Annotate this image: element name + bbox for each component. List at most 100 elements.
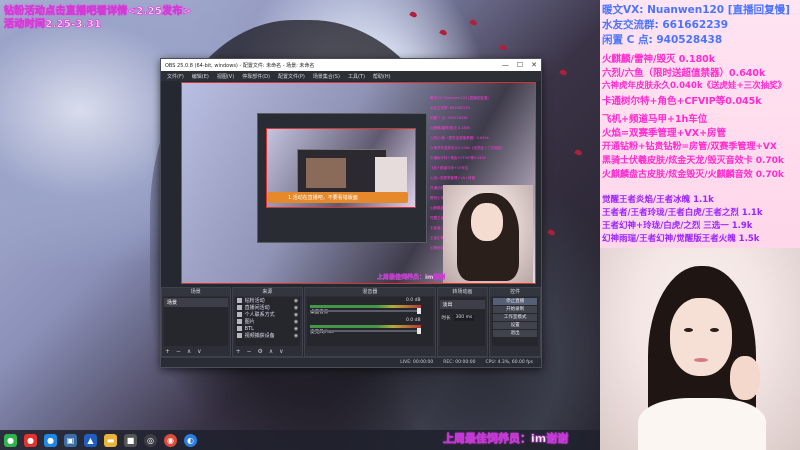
cpu-fps: CPU: 4.3%, 60.00 fps bbox=[485, 360, 534, 365]
text-source-icon bbox=[236, 312, 242, 317]
image-source-icon bbox=[236, 319, 242, 324]
sources-dock-title: 来源 bbox=[232, 288, 303, 296]
obs-icon[interactable]: ◎ bbox=[144, 433, 157, 447]
price-line: 六烈/六鱼（限时送超值禁器）0.640k bbox=[602, 68, 766, 79]
folder-icon[interactable]: ▬ bbox=[104, 433, 117, 447]
menu-docks[interactable]: 停靠部件(D) bbox=[242, 73, 270, 80]
game-skin-line: 幻神雨瑞/王者幻神/觉醒版王者火魄 1.5k bbox=[602, 234, 760, 244]
qq-icon[interactable]: ● bbox=[44, 433, 57, 447]
settings-button[interactable]: 设置 bbox=[493, 322, 538, 329]
stream-info-panel: 暖文VX: Nuanwen120 [直播回复慢] 水友交流群: 66166223… bbox=[600, 0, 800, 450]
volume-knob[interactable] bbox=[416, 328, 421, 334]
stop-streaming-button[interactable]: 停止直播 bbox=[493, 298, 538, 305]
petal bbox=[559, 68, 568, 77]
transition-duration-input[interactable]: 300 ms bbox=[453, 315, 475, 321]
service-line: 飞机+频道马甲+1h车位 bbox=[602, 114, 708, 125]
volume-knob[interactable] bbox=[416, 308, 421, 314]
petal bbox=[499, 43, 508, 52]
transitions-dock: 转场动画 淡出 时长 300 ms bbox=[436, 287, 489, 357]
activity-banner-line2: 活动时间2.25-3.31 bbox=[4, 19, 102, 31]
eye-icon[interactable]: ◉ bbox=[294, 312, 298, 318]
scenes-dock-toolbar[interactable]: + − ∧ ∨ bbox=[165, 348, 204, 355]
eye-icon[interactable]: ◉ bbox=[294, 298, 298, 304]
menu-scene-collection[interactable]: 场景集合(S) bbox=[313, 73, 340, 80]
source-item[interactable]: 视频捕获设备 ◉ bbox=[235, 332, 301, 339]
nested-preview-innermost bbox=[306, 158, 346, 188]
menu-help[interactable]: 帮助(H) bbox=[373, 73, 391, 80]
nested-banner-text: 1.活动在直播吧，不要看错版面 bbox=[288, 195, 358, 201]
source-item[interactable]: 个人联系方式 ◉ bbox=[235, 311, 301, 318]
eye-icon[interactable]: ◉ bbox=[294, 305, 298, 311]
petal bbox=[547, 228, 556, 237]
obs-window[interactable]: OBS 25.0.8 (64-bit, windows) - 配置文件: 未命名… bbox=[160, 58, 542, 368]
app-icon[interactable]: ■ bbox=[124, 433, 137, 447]
stream-icon[interactable]: ▲ bbox=[84, 433, 97, 447]
volume-slider[interactable] bbox=[310, 310, 421, 312]
weibo-icon[interactable]: ● bbox=[24, 433, 37, 447]
price-line: 六神虎年皮肤永久0.040k《送虎娃+三次抽奖》 bbox=[602, 81, 787, 91]
scenes-dock: 场景 场景 + − ∧ ∨ bbox=[161, 287, 231, 357]
wechat-icon[interactable]: ● bbox=[4, 433, 17, 447]
studio-mode-button[interactable]: 工作室模式 bbox=[493, 314, 538, 321]
volume-slider[interactable] bbox=[310, 330, 421, 332]
webcam-eye bbox=[710, 328, 719, 332]
obs-docks: 场景 场景 + − ∧ ∨ 来源 钻粉活动 ◉ 直播间活动 ◉ 个人联系方式 ◉ 图片… bbox=[161, 287, 542, 357]
chrome-icon[interactable]: ◉ bbox=[164, 433, 177, 447]
mixer-track-mic[interactable]: 麦克风/Aux 0.0 dB bbox=[307, 317, 432, 337]
close-button[interactable]: ✕ bbox=[531, 61, 537, 69]
live-timer: LIVE: 00:00:00 bbox=[400, 360, 434, 365]
nested-webcam bbox=[375, 157, 407, 197]
petal bbox=[439, 28, 448, 37]
text-source-icon bbox=[236, 305, 242, 310]
menu-tools[interactable]: 工具(T) bbox=[348, 73, 365, 80]
edge-icon[interactable]: ◐ bbox=[184, 433, 197, 447]
obs-titlebar[interactable]: OBS 25.0.8 (64-bit, windows) - 配置文件: 未命名… bbox=[161, 59, 541, 71]
webcam-lips bbox=[694, 358, 708, 362]
menu-file[interactable]: 文件(F) bbox=[167, 73, 184, 80]
mixer-track-desktop[interactable]: 桌面音频 0.0 dB bbox=[307, 297, 432, 317]
game-skin-line: 王者者/王者玲珑/王者白虎/王者之烈 1.1k bbox=[602, 208, 763, 218]
webcam-face bbox=[670, 298, 732, 376]
service-line: 开通钻粉+钻贵钻粉=房管/双赛季管理+VX bbox=[602, 142, 777, 152]
source-item[interactable]: BTL ◉ bbox=[235, 325, 301, 332]
menu-view[interactable]: 视图(V) bbox=[217, 73, 234, 80]
nested-obs-preview: 1.活动在直播吧，不要看错版面 bbox=[257, 113, 427, 243]
contact-fan-group: 水友交流群: 661662239 bbox=[602, 19, 729, 31]
exit-button[interactable]: 退出 bbox=[493, 330, 538, 337]
service-line: 黑骑士伏羲皮肤/炫金天龙/毁灭音效卡 0.70k bbox=[602, 156, 784, 166]
petal bbox=[469, 18, 478, 27]
eye-icon[interactable]: ◉ bbox=[294, 333, 298, 339]
eye-icon[interactable]: ◉ bbox=[294, 326, 298, 332]
camera-source-icon bbox=[236, 333, 242, 338]
sources-dock-toolbar[interactable]: + − ⚙ ∧ ∨ bbox=[236, 348, 286, 355]
obs-menubar: 文件(F) 编辑(E) 视图(V) 停靠部件(D) 配置文件(P) 场景集合(S… bbox=[161, 71, 541, 81]
maximize-button[interactable]: ☐ bbox=[517, 61, 523, 69]
rec-timer: REC: 00:00:00 bbox=[443, 360, 476, 365]
menu-profile[interactable]: 配置文件(P) bbox=[278, 73, 305, 80]
source-item[interactable]: 图片 ◉ bbox=[235, 318, 301, 325]
monitor-icon[interactable]: ▣ bbox=[64, 433, 77, 447]
scene-item[interactable]: 场景 bbox=[164, 298, 228, 307]
scenes-dock-title: 场景 bbox=[162, 288, 230, 296]
petal bbox=[409, 10, 418, 19]
eye-icon[interactable]: ◉ bbox=[294, 319, 298, 325]
start-recording-button[interactable]: 开始录制 bbox=[493, 306, 538, 313]
transition-duration-label: 时长 bbox=[441, 316, 451, 321]
webcam-hand bbox=[730, 356, 760, 400]
controls-dock: 控件 停止直播 开始录制 工作室模式 设置 退出 bbox=[489, 287, 542, 357]
sources-dock: 来源 钻粉活动 ◉ 直播间活动 ◉ 个人联系方式 ◉ 图片 ◉ BTL ◉ 视频捕获设备 ◉… bbox=[231, 287, 304, 357]
source-item[interactable]: 钻粉活动 ◉ bbox=[235, 297, 301, 304]
obs-statusbar: LIVE: 00:00:00 REC: 00:00:00 CPU: 4.3%, … bbox=[161, 357, 541, 367]
volume-meter bbox=[310, 325, 421, 328]
menu-edit[interactable]: 编辑(E) bbox=[192, 73, 209, 80]
obs-preview[interactable]: 暖文VX: Nuanwen120 [直播回复慢] 水友交流群: 66166223… bbox=[181, 82, 536, 284]
minimize-button[interactable]: — bbox=[502, 61, 509, 69]
volume-meter bbox=[310, 305, 421, 308]
price-line: 火麒麟/雷神/毁灭 0.180k bbox=[602, 54, 716, 65]
transitions-dock-title: 转场动画 bbox=[437, 288, 488, 296]
game-skin-line: 觉醒王者炎焰/王者冰魄 1.1k bbox=[602, 195, 714, 205]
transition-select[interactable]: 淡出 bbox=[439, 300, 486, 309]
best-supporter-caption: 上周最佳饲养员：im谢谢 bbox=[443, 432, 569, 446]
source-item[interactable]: 直播间活动 ◉ bbox=[235, 304, 301, 311]
preview-webcam bbox=[443, 185, 533, 283]
